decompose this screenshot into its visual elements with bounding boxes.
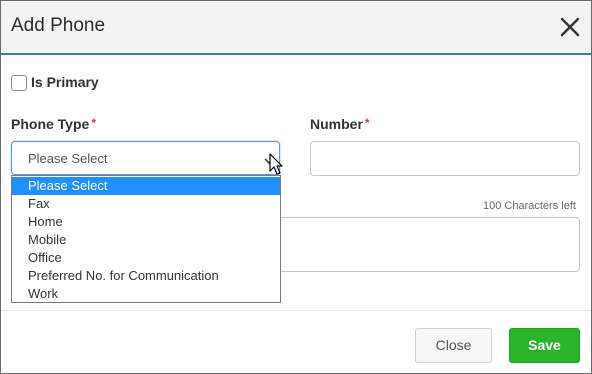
number-input[interactable] bbox=[310, 141, 580, 176]
phone-type-option[interactable]: Mobile bbox=[12, 231, 280, 249]
phone-type-option[interactable]: Home bbox=[12, 213, 280, 231]
required-marker: * bbox=[91, 116, 96, 130]
save-button[interactable]: Save bbox=[509, 328, 580, 363]
close-icon[interactable] bbox=[557, 14, 583, 40]
dialog-header: Add Phone bbox=[1, 1, 591, 55]
phone-type-label: Phone Type * bbox=[11, 116, 96, 132]
phone-type-selected-value: Please Select bbox=[28, 151, 108, 166]
required-marker: * bbox=[364, 116, 370, 130]
footer-divider bbox=[1, 310, 591, 311]
dialog-title: Add Phone bbox=[11, 15, 106, 36]
phone-type-select[interactable]: Please Select bbox=[11, 141, 280, 175]
phone-type-dropdown-list: Please Select Fax Home Mobile Office Pre… bbox=[11, 175, 281, 303]
phone-type-option[interactable]: Office bbox=[12, 249, 280, 267]
number-label-text: Number bbox=[310, 116, 363, 132]
is-primary-checkbox[interactable] bbox=[11, 75, 27, 91]
phone-type-option[interactable]: Preferred No. for Communication bbox=[12, 267, 280, 285]
phone-type-label-text: Phone Type bbox=[11, 116, 90, 132]
is-primary-label: Is Primary bbox=[31, 74, 99, 90]
phone-type-option[interactable]: Please Select bbox=[12, 177, 280, 195]
number-label: Number * bbox=[310, 116, 370, 132]
phone-type-option[interactable]: Fax bbox=[12, 195, 280, 213]
close-button[interactable]: Close bbox=[415, 328, 492, 363]
add-phone-dialog: Add Phone Is Primary Phone Type * Number *… bbox=[0, 0, 592, 374]
mouse-pointer-icon bbox=[269, 153, 285, 177]
phone-type-option[interactable]: Work bbox=[12, 285, 280, 303]
characters-left-counter: 100 Characters left bbox=[483, 200, 576, 212]
